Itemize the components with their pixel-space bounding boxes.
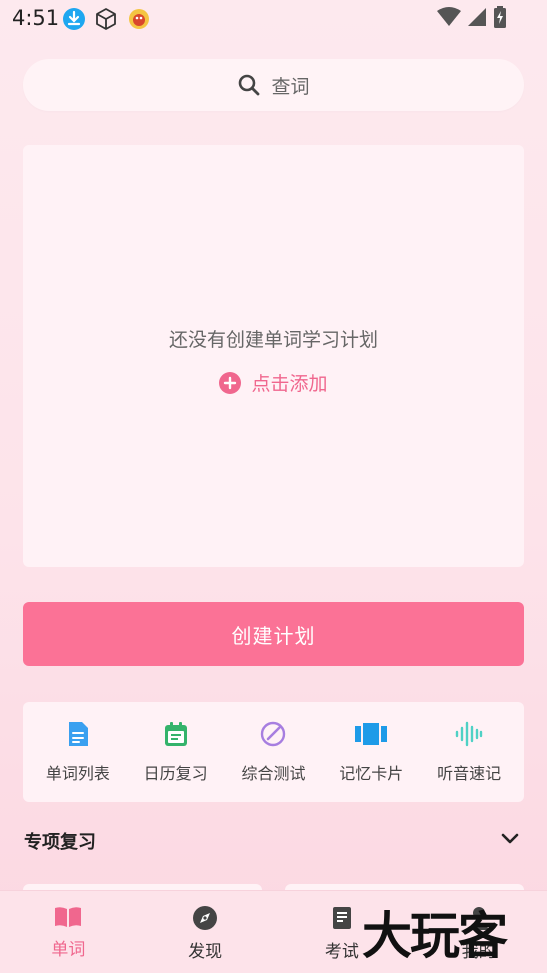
search-icon (239, 74, 260, 96)
download-icon (63, 8, 85, 30)
nav-tab-words[interactable]: 单词 (18, 891, 118, 960)
plus-circle-icon (219, 371, 242, 394)
watermark-logo: 大玩客 (362, 906, 508, 965)
tool-label: 听音速记 (437, 764, 502, 783)
signal-icon (468, 8, 486, 26)
tool-calendar-review[interactable]: 日历复习 (130, 720, 222, 784)
nav-label: 单词 (51, 940, 86, 960)
battery-icon (494, 6, 506, 28)
tool-label: 综合测试 (241, 764, 306, 783)
nav-tab-discover[interactable]: 发现 (155, 891, 255, 962)
exam-icon (332, 907, 351, 929)
book-icon (55, 907, 82, 927)
nav-label: 发现 (188, 942, 223, 962)
tool-word-list[interactable]: 单词列表 (32, 720, 124, 784)
tool-comprehensive-test[interactable]: 综合测试 (227, 720, 319, 784)
package-icon (96, 8, 116, 30)
audio-wave-icon (455, 721, 483, 747)
special-review-section[interactable]: 专项复习 (24, 826, 524, 856)
add-plan-label: 点击添加 (251, 373, 328, 395)
test-icon (261, 721, 286, 747)
status-system-icons (437, 6, 507, 28)
create-plan-button[interactable]: 创建计划 (23, 602, 524, 666)
tool-memory-cards[interactable]: 记忆卡片 (325, 720, 417, 784)
compass-icon (193, 906, 218, 930)
status-bar: 4:51 (0, 0, 547, 36)
tool-audio-memorize[interactable]: 听音速记 (423, 720, 515, 784)
section-title: 专项复习 (24, 832, 96, 853)
study-plan-card: 还没有创建单词学习计划 点击添加 (23, 145, 524, 567)
add-plan-link[interactable]: 点击添加 (23, 369, 524, 396)
app-mascot-icon (129, 9, 149, 29)
cards-icon (355, 723, 388, 745)
study-tools-card: 单词列表 日历复习 综合测试 记忆卡片 听音速记 (23, 702, 524, 802)
calendar-icon (164, 722, 187, 746)
tool-label: 日历复习 (143, 764, 208, 783)
document-icon (68, 722, 88, 746)
status-time: 4:51 (12, 6, 60, 30)
wifi-icon (437, 7, 461, 26)
status-notification-icons (62, 6, 152, 32)
search-placeholder: 查词 (271, 75, 310, 98)
tool-label: 记忆卡片 (339, 764, 404, 783)
tool-label: 单词列表 (45, 764, 110, 783)
search-bar[interactable]: 查词 (23, 59, 524, 111)
empty-plan-message: 还没有创建单词学习计划 (168, 329, 378, 351)
chevron-down-icon[interactable] (500, 832, 520, 846)
nav-label: 考试 (324, 942, 359, 962)
